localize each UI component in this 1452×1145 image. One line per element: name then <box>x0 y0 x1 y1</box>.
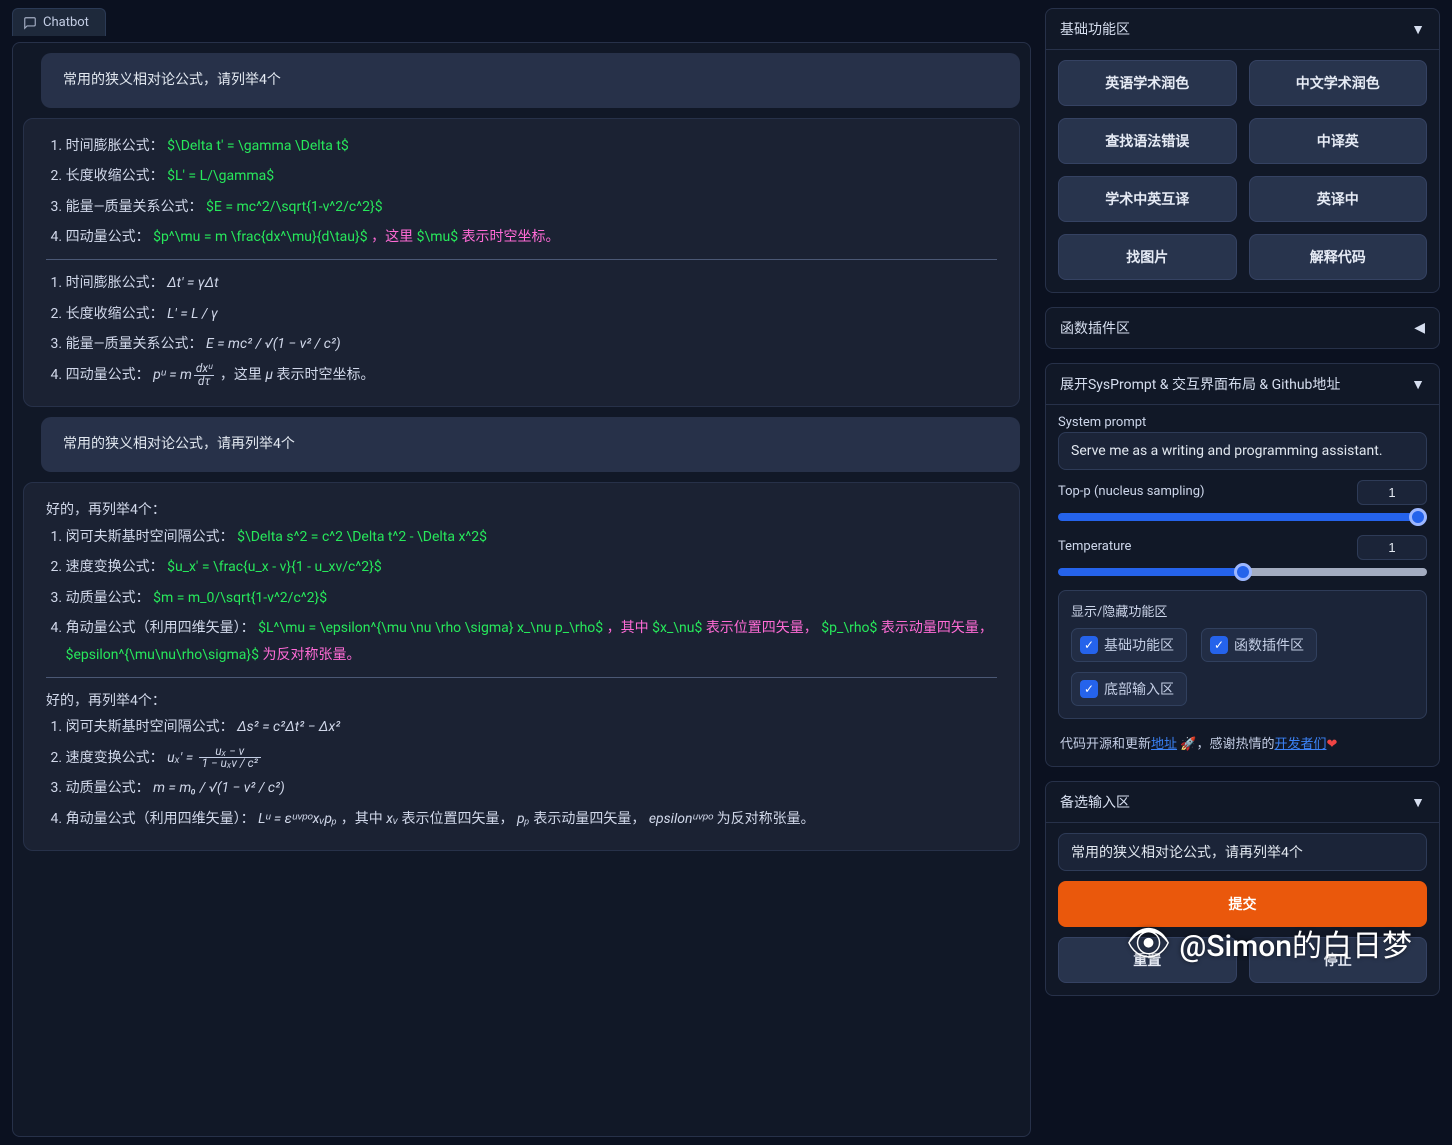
assistant-text: 好的，再列举4个： <box>46 688 997 715</box>
temp-slider[interactable] <box>1058 568 1427 576</box>
panel-plugins: 函数插件区 ◀ <box>1045 307 1440 349</box>
stop-button[interactable]: 停止 <box>1249 937 1428 983</box>
btn-explain-code[interactable]: 解释代码 <box>1249 234 1428 280</box>
btn-english-polish[interactable]: 英语学术润色 <box>1058 60 1237 106</box>
user-message: 常用的狭义相对论公式，请再列举4个 <box>41 417 1020 472</box>
chevron-left-icon: ◀ <box>1414 320 1425 336</box>
list-item: 闵可夫斯基时空间隔公式： $\Delta s^2 = c^2 \Delta t^… <box>66 524 997 551</box>
sysprompt-input[interactable] <box>1058 432 1427 470</box>
btn-chinese-polish[interactable]: 中文学术润色 <box>1249 60 1428 106</box>
btn-find-image[interactable]: 找图片 <box>1058 234 1237 280</box>
divider <box>46 259 997 260</box>
temp-label: Temperature <box>1058 539 1131 554</box>
tab-bar: Chatbot <box>12 8 1031 36</box>
chat-column: Chatbot 常用的狭义相对论公式，请列举4个 时间膨胀公式： $\Delta… <box>12 8 1031 1137</box>
panel-settings: 展开SysPrompt & 交互界面布局 & Github地址 ▼ System… <box>1045 363 1440 767</box>
list-item: 时间膨胀公式： Δt′ = γΔt <box>66 270 997 297</box>
assistant-text: 好的，再列举4个： <box>46 497 997 524</box>
chat-icon <box>23 16 37 30</box>
rendered-list: 闵可夫斯基时空间隔公式： Δs² = c²Δt² − Δx² 速度变换公式： u… <box>66 714 997 832</box>
basic-button-grid: 英语学术润色 中文学术润色 查找语法错误 中译英 学术中英互译 英译中 找图片 … <box>1058 60 1427 280</box>
heart-icon: ❤ <box>1326 737 1337 752</box>
chk-basic[interactable]: ✓ 基础功能区 <box>1071 628 1187 662</box>
footer-note: 代码开源和更新地址 🚀，感谢热情的开发者们❤ <box>1058 729 1427 754</box>
repo-link[interactable]: 地址 <box>1151 737 1177 752</box>
alt-input[interactable] <box>1058 833 1427 871</box>
btn-en2zh[interactable]: 英译中 <box>1249 176 1428 222</box>
assistant-message: 时间膨胀公式： $\Delta t' = \gamma \Delta t$ 长度… <box>23 118 1020 408</box>
list-item: 速度变换公式： $u_x' = \frac{u_x - v}{1 - u_xv/… <box>66 554 997 581</box>
list-item: 速度变换公式： uₓ′ = uₓ − v1 − uₓv / c² <box>66 745 997 772</box>
check-icon: ✓ <box>1080 680 1098 698</box>
panel-title: 基础功能区 <box>1060 19 1130 39</box>
side-column: 基础功能区 ▼ 英语学术润色 中文学术润色 查找语法错误 中译英 学术中英互译 … <box>1045 8 1440 1137</box>
rendered-list: 时间膨胀公式： Δt′ = γΔt 长度收缩公式： L′ = L / γ 能量—… <box>66 270 997 388</box>
list-item: 四动量公式： $p^\mu = m \frac{dx^\mu}{d\tau}$ … <box>66 224 997 251</box>
chevron-down-icon: ▼ <box>1411 21 1425 38</box>
topp-value[interactable] <box>1357 480 1427 505</box>
user-message: 常用的狭义相对论公式，请列举4个 <box>41 53 1020 108</box>
topp-label: Top-p (nucleus sampling) <box>1058 484 1205 499</box>
list-item: 能量—质量关系公式： E = mc² / √(1 − v² / c²) <box>66 331 997 358</box>
submit-button[interactable]: 提交 <box>1058 881 1427 927</box>
visibility-title: 显示/隐藏功能区 <box>1071 601 1414 620</box>
list-item: 长度收缩公式： L′ = L / γ <box>66 301 997 328</box>
chk-bottom-input[interactable]: ✓ 底部输入区 <box>1071 672 1187 706</box>
panel-settings-header[interactable]: 展开SysPrompt & 交互界面布局 & Github地址 ▼ <box>1046 364 1439 405</box>
list-item: 动质量公式： $m = m_0/\sqrt{1-v^2/c^2}$ <box>66 585 997 612</box>
temp-value[interactable] <box>1357 535 1427 560</box>
chevron-down-icon: ▼ <box>1411 376 1425 393</box>
btn-find-grammar[interactable]: 查找语法错误 <box>1058 118 1237 164</box>
chevron-down-icon: ▼ <box>1411 794 1425 811</box>
list-item: 能量—质量关系公式： $E = mc^2/\sqrt{1-v^2/c^2}$ <box>66 194 997 221</box>
list-item: 时间膨胀公式： $\Delta t' = \gamma \Delta t$ <box>66 133 997 160</box>
panel-title: 展开SysPrompt & 交互界面布局 & Github地址 <box>1060 374 1340 394</box>
list-item: 长度收缩公式： $L' = L/\gamma$ <box>66 163 997 190</box>
tab-chatbot[interactable]: Chatbot <box>12 8 106 36</box>
visibility-group: 显示/隐藏功能区 ✓ 基础功能区 ✓ 函数插件区 ✓ 底部输入区 <box>1058 590 1427 719</box>
panel-title: 函数插件区 <box>1060 318 1130 338</box>
list-item: 角动量公式（利用四维矢量）： $L^\mu = \epsilon^{\mu \n… <box>66 615 997 668</box>
user-message-text: 常用的狭义相对论公式，请列举4个 <box>63 72 281 88</box>
btn-zh2en[interactable]: 中译英 <box>1249 118 1428 164</box>
panel-alt-input-header[interactable]: 备选输入区 ▼ <box>1046 782 1439 823</box>
reset-button[interactable]: 重置 <box>1058 937 1237 983</box>
assistant-message: 好的，再列举4个： 闵可夫斯基时空间隔公式： $\Delta s^2 = c^2… <box>23 482 1020 852</box>
list-item: 闵可夫斯基时空间隔公式： Δs² = c²Δt² − Δx² <box>66 714 997 741</box>
list-item: 四动量公式： pᵘ = mdxᵘdτ ，这里 μ 表示时空坐标。 <box>66 362 997 389</box>
devs-link[interactable]: 开发者们 <box>1274 737 1326 752</box>
latex-list: 时间膨胀公式： $\Delta t' = \gamma \Delta t$ 长度… <box>66 133 997 251</box>
topp-slider[interactable] <box>1058 513 1427 521</box>
panel-alt-input: 备选输入区 ▼ 提交 重置 停止 <box>1045 781 1440 996</box>
check-icon: ✓ <box>1210 636 1228 654</box>
tab-label: Chatbot <box>43 15 89 30</box>
chk-plugins[interactable]: ✓ 函数插件区 <box>1201 628 1317 662</box>
list-item: 动质量公式： m = m₀ / √(1 − v² / c²) <box>66 775 997 802</box>
user-message-text: 常用的狭义相对论公式，请再列举4个 <box>63 436 295 452</box>
panel-title: 备选输入区 <box>1060 792 1130 812</box>
divider <box>46 677 997 678</box>
panel-basic-header[interactable]: 基础功能区 ▼ <box>1046 9 1439 50</box>
btn-academic-trans[interactable]: 学术中英互译 <box>1058 176 1237 222</box>
chat-scroll[interactable]: 常用的狭义相对论公式，请列举4个 时间膨胀公式： $\Delta t' = \g… <box>12 42 1031 1137</box>
check-icon: ✓ <box>1080 636 1098 654</box>
sysprompt-label: System prompt <box>1058 415 1427 430</box>
panel-plugins-header[interactable]: 函数插件区 ◀ <box>1046 308 1439 348</box>
list-item: 角动量公式（利用四维矢量）： Lᵘ = εᵘᵛᵖᵒxᵥpₚ ，其中 xᵥ 表示位… <box>66 806 997 833</box>
latex-list: 闵可夫斯基时空间隔公式： $\Delta s^2 = c^2 \Delta t^… <box>66 524 997 669</box>
panel-basic: 基础功能区 ▼ 英语学术润色 中文学术润色 查找语法错误 中译英 学术中英互译 … <box>1045 8 1440 293</box>
